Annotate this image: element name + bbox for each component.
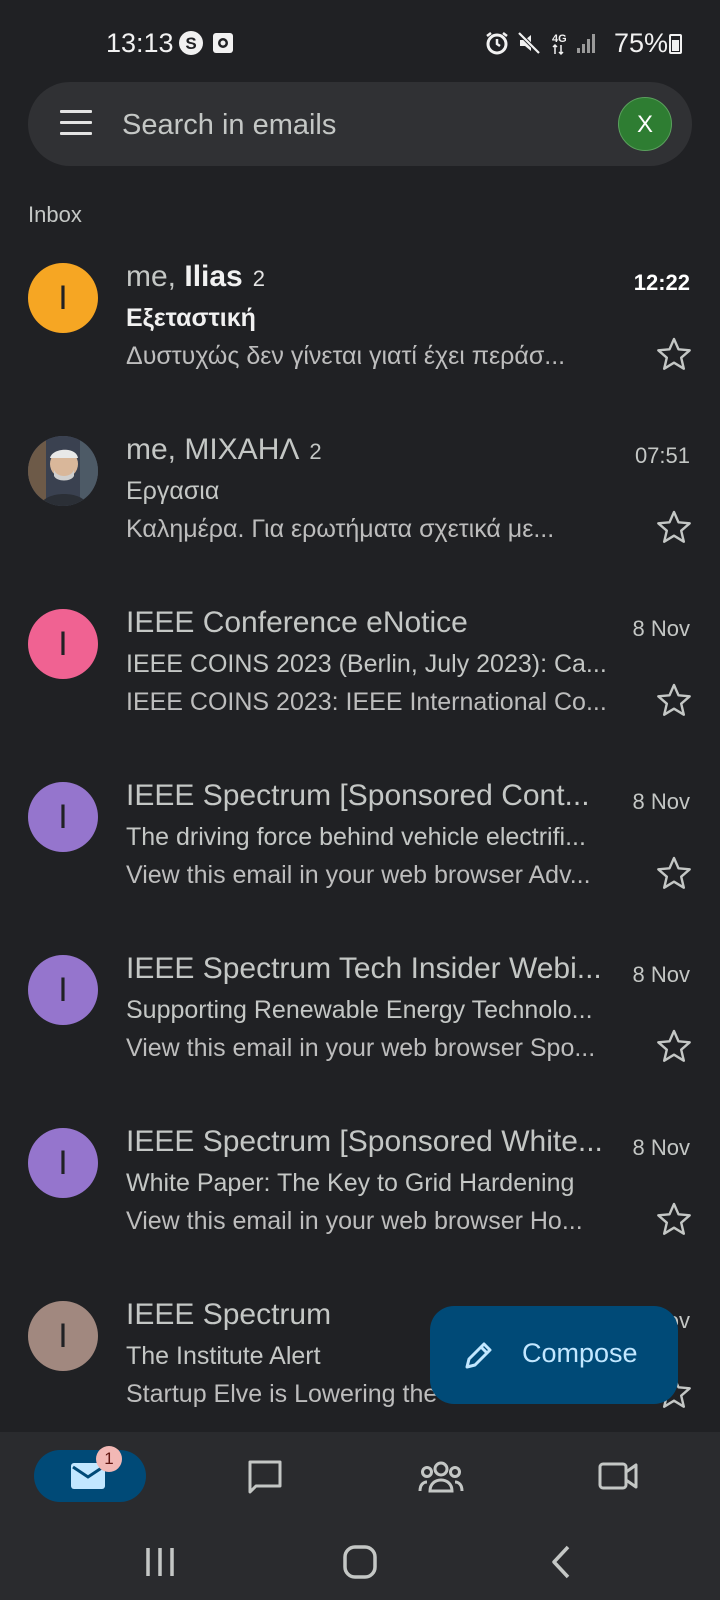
star-icon[interactable] xyxy=(656,855,692,891)
status-bar: 13:13 S 4G 75% xyxy=(0,0,720,80)
email-snippet: Δυστυχώς δεν γίνεται γιατί έχει περάσ... xyxy=(126,342,566,370)
email-date: 07:51 xyxy=(634,443,690,468)
sender-names: IEEE Spectrum [Sponsored Cont... xyxy=(126,779,590,812)
star-icon[interactable] xyxy=(656,509,692,545)
sender-avatar[interactable]: I xyxy=(28,1301,98,1371)
meet-icon xyxy=(598,1462,638,1490)
email-date: 8 Nov xyxy=(632,1135,690,1160)
search-input[interactable] xyxy=(120,100,564,150)
account-avatar[interactable]: X xyxy=(618,97,672,151)
thread-count: 2 xyxy=(252,266,265,291)
screenshot-icon xyxy=(213,33,233,53)
star-icon[interactable] xyxy=(656,682,692,718)
email-subject: Εργασια xyxy=(126,477,220,505)
4g-icon: 4G xyxy=(552,33,567,56)
email-snippet: IEEE COINS 2023: IEEE International Co..… xyxy=(126,688,607,716)
sender-names: IEEE Spectrum [Sponsored White... xyxy=(126,1125,603,1158)
email-date: 8 Nov xyxy=(632,962,690,987)
chat-icon xyxy=(248,1460,282,1494)
email-sender: IEEE Spectrum xyxy=(126,1298,341,1332)
email-date: 8 Nov xyxy=(632,616,690,641)
recents-icon[interactable] xyxy=(140,1542,180,1582)
s-icon: S xyxy=(179,31,203,55)
star-icon[interactable] xyxy=(656,1201,692,1237)
sender-avatar[interactable]: I xyxy=(28,263,98,333)
email-subject: IEEE COINS 2023 (Berlin, July 2023): Ca.… xyxy=(126,650,607,678)
sender-avatar[interactable] xyxy=(28,436,98,506)
svg-text:4G: 4G xyxy=(552,33,567,45)
menu-icon[interactable] xyxy=(60,110,92,136)
system-nav xyxy=(0,1524,720,1600)
email-sender: me, Ilias 2 xyxy=(126,260,265,294)
email-sender: me, ΜΙΧΑΗΛ 2 xyxy=(126,433,322,467)
battery-percent: 75% xyxy=(613,28,668,58)
nav-meet[interactable] xyxy=(564,1450,674,1506)
email-sender: IEEE Spectrum Tech Insider Webi... xyxy=(126,952,606,986)
sender-avatar[interactable]: I xyxy=(28,609,98,679)
email-row[interactable]: I IEEE Spectrum [Sponsored Cont... 8 Nov Th… xyxy=(0,763,720,935)
star-icon[interactable] xyxy=(656,1028,692,1064)
email-sender: IEEE Conference eNotice xyxy=(126,606,478,640)
home-icon[interactable] xyxy=(340,1542,380,1582)
email-date: 12:22 xyxy=(633,270,690,295)
svg-text:S: S xyxy=(185,34,196,53)
email-subject: Supporting Renewable Energy Technolo... xyxy=(126,996,593,1024)
email-row[interactable]: I IEEE Spectrum Tech Insider Webi... 8 Nov… xyxy=(0,936,720,1108)
email-row[interactable]: I IEEE Spectrum [Sponsored White... 8 Nov W… xyxy=(0,1109,720,1281)
sender-names: me, ΜΙΧΑΗΛ xyxy=(126,433,300,466)
email-sender: IEEE Spectrum [Sponsored White... xyxy=(126,1125,606,1159)
bottom-nav: 1 xyxy=(0,1432,720,1524)
sender-names: me, xyxy=(126,260,185,293)
back-icon[interactable] xyxy=(542,1542,582,1582)
spaces-icon xyxy=(418,1461,464,1493)
compose-label: Compose xyxy=(522,1338,638,1368)
star-icon[interactable] xyxy=(656,336,692,372)
mute-icon xyxy=(517,31,541,55)
email-subject: Εξεταστική xyxy=(126,304,256,332)
sender-names: IEEE Conference eNotice xyxy=(126,606,468,639)
mail-badge: 1 xyxy=(96,1446,122,1472)
nav-chat[interactable] xyxy=(210,1450,320,1506)
email-row[interactable]: Ime, Ilias 2 12:22 Εξεταστική Δυστυχώς δεν γ… xyxy=(0,244,720,416)
alarm-icon xyxy=(486,32,508,55)
pencil-icon xyxy=(465,1342,492,1369)
sender-names: IEEE Spectrum Tech Insider Webi... xyxy=(126,952,602,985)
battery-icon xyxy=(669,34,682,54)
sender-avatar[interactable]: I xyxy=(28,782,98,852)
nav-mail[interactable]: 1 xyxy=(34,1446,146,1506)
email-snippet: Καλημέρα. Για ερωτήματα σχετικά με... xyxy=(126,515,555,543)
email-row[interactable]: me, ΜΙΧΑΗΛ 2 07:51 Εργασια Καλημέρα. Για ερω… xyxy=(0,417,720,589)
email-subject: White Paper: The Key to Grid Hardening xyxy=(126,1169,575,1197)
email-row[interactable]: I IEEE Conference eNotice 8 Nov IEEE COINS … xyxy=(0,590,720,762)
email-snippet: View this email in your web browser Ho..… xyxy=(126,1207,583,1235)
email-sender: IEEE Spectrum [Sponsored Cont... xyxy=(126,779,600,813)
email-subject: The driving force behind vehicle electri… xyxy=(126,823,586,851)
status-time: 13:13 xyxy=(106,28,174,58)
signal-icon xyxy=(577,34,595,53)
compose-button[interactable]: Compose xyxy=(430,1306,678,1404)
section-label: Inbox xyxy=(28,202,82,227)
email-snippet: View this email in your web browser Adv.… xyxy=(126,861,591,889)
thread-count: 2 xyxy=(309,439,322,464)
email-date: 8 Nov xyxy=(632,789,690,814)
sender-bold-name: Ilias xyxy=(184,260,243,293)
email-snippet: View this email in your web browser Spo.… xyxy=(126,1034,596,1062)
sender-names: IEEE Spectrum xyxy=(126,1298,332,1331)
search-bar[interactable]: X xyxy=(28,82,692,166)
sender-avatar[interactable]: I xyxy=(28,955,98,1025)
nav-spaces[interactable] xyxy=(386,1450,496,1506)
sender-avatar[interactable]: I xyxy=(28,1128,98,1198)
